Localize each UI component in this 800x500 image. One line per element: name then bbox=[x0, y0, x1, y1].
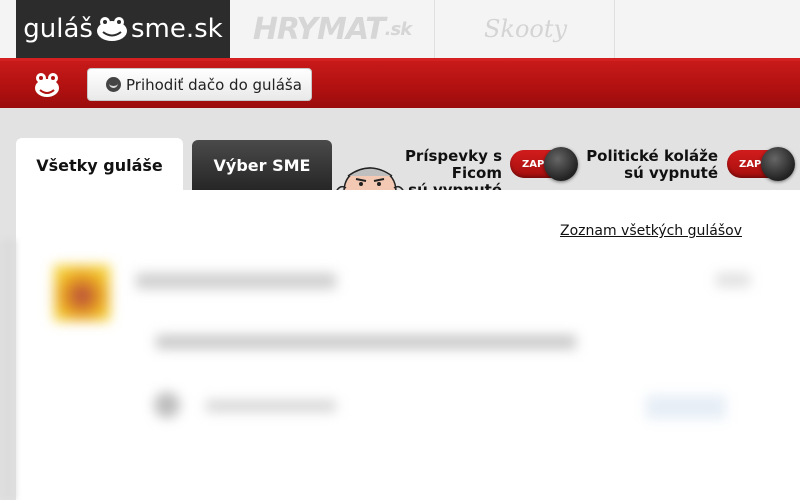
blurred-feed-item bbox=[16, 245, 800, 500]
frog-logo-icon bbox=[96, 17, 127, 41]
politics-toggle-line2: sú vypnuté bbox=[624, 164, 718, 182]
site-tab-skooty-label: Skooty bbox=[483, 15, 568, 43]
site-tab-gulas-left: guláš bbox=[23, 14, 93, 44]
all-gulase-link[interactable]: Zoznam všetkých gulášov bbox=[560, 223, 742, 239]
avatar bbox=[54, 265, 110, 321]
tab-all-gulase[interactable]: Všetky guláše bbox=[16, 138, 183, 192]
site-tab-hrymat-main: HRYMAT bbox=[252, 11, 386, 47]
politics-toggle-line1: Politické koláže bbox=[586, 147, 718, 165]
politics-switch-label: ZAP bbox=[739, 158, 762, 170]
fico-switch-label: ZAP bbox=[522, 158, 545, 170]
left-edge bbox=[0, 240, 16, 500]
author-name-placeholder bbox=[136, 273, 336, 289]
frog-mascot-icon[interactable] bbox=[32, 69, 62, 99]
tab-all-gulase-label: Všetky guláše bbox=[36, 155, 163, 175]
reply-icon bbox=[154, 392, 180, 418]
fico-toggle-line1: Príspevky s Ficom bbox=[404, 147, 502, 182]
site-tab-gulas-right: sme.sk bbox=[130, 14, 223, 44]
smile-icon bbox=[106, 77, 121, 92]
add-to-gulas-button[interactable]: Prihodiť dačo do guláša bbox=[87, 68, 312, 101]
gulase-panel: Zoznam všetkých gulášov bbox=[16, 190, 800, 500]
site-tab-gulas[interactable]: guláš sme.sk bbox=[16, 0, 230, 58]
action-toolbar: Prihodiť dačo do guláša bbox=[0, 58, 800, 108]
tab-vyber-sme-label: Výber SME bbox=[213, 155, 311, 175]
timestamp-placeholder bbox=[716, 273, 750, 287]
switch-knob-icon bbox=[544, 147, 578, 181]
site-tab-hrymat[interactable]: HRYMAT .sk bbox=[230, 0, 435, 58]
site-tab-skooty[interactable]: Skooty bbox=[437, 0, 615, 58]
reply-placeholder bbox=[206, 400, 336, 412]
action-button-placeholder bbox=[646, 395, 726, 419]
politics-toggle-label: Politické koláže sú vypnuté bbox=[586, 148, 718, 182]
switch-knob-icon bbox=[761, 147, 795, 181]
fico-toggle-switch[interactable]: ZAP bbox=[510, 147, 578, 181]
site-switcher-bar: guláš sme.sk HRYMAT .sk Skooty bbox=[0, 0, 800, 58]
tab-vyber-sme[interactable]: Výber SME bbox=[192, 140, 332, 190]
politics-toggle-switch[interactable]: ZAP bbox=[727, 147, 795, 181]
add-to-gulas-label: Prihodiť dačo do guláša bbox=[126, 75, 302, 94]
site-tab-hrymat-suffix: .sk bbox=[384, 18, 413, 40]
post-text-placeholder bbox=[156, 335, 576, 349]
